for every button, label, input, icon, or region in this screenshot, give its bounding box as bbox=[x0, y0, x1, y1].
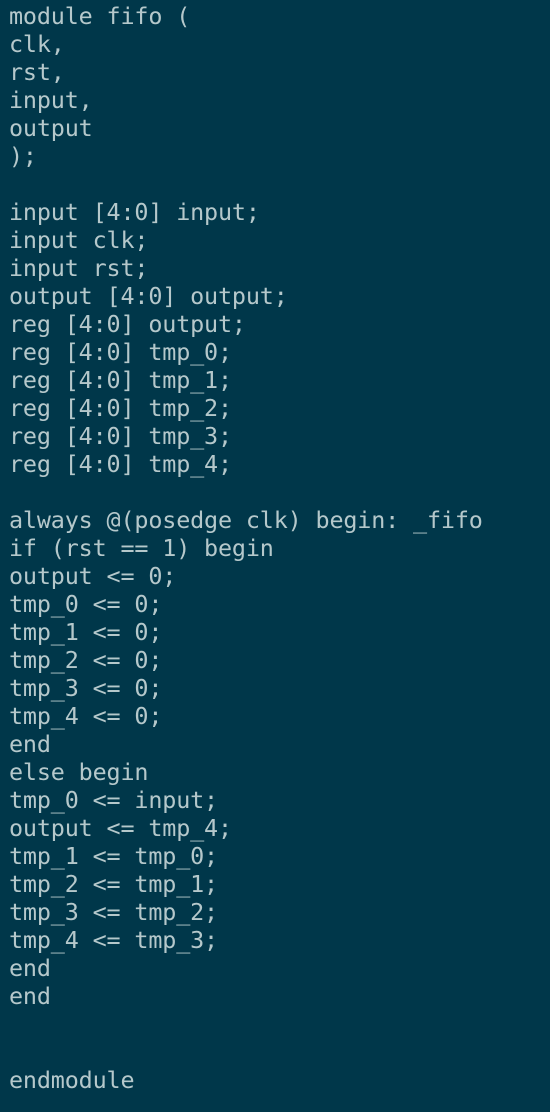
code-line-25: tmp_3 <= 0; bbox=[9, 674, 163, 702]
code-line-20: if (rst == 1) begin bbox=[9, 534, 274, 562]
code-editor[interactable]: module fifo ( clk, rst, input, output );… bbox=[9, 2, 545, 1094]
code-line-3: rst, bbox=[9, 58, 65, 86]
code-line-34: tmp_4 <= tmp_3; bbox=[9, 926, 218, 954]
code-line-21: output <= 0; bbox=[9, 562, 177, 590]
code-line-8: input [4:0] input; bbox=[9, 198, 260, 226]
code-line-35: end bbox=[9, 954, 51, 982]
code-line-26: tmp_4 <= 0; bbox=[9, 702, 163, 730]
code-line-2: clk, bbox=[9, 30, 65, 58]
code-line-13: reg [4:0] tmp_0; bbox=[9, 338, 232, 366]
code-line-29: tmp_0 <= input; bbox=[9, 786, 218, 814]
code-line-6: ); bbox=[9, 142, 37, 170]
code-line-12: reg [4:0] output; bbox=[9, 310, 246, 338]
code-line-16: reg [4:0] tmp_3; bbox=[9, 422, 232, 450]
code-line-10: input rst; bbox=[9, 254, 149, 282]
code-line-33: tmp_3 <= tmp_2; bbox=[9, 898, 218, 926]
code-line-15: reg [4:0] tmp_2; bbox=[9, 394, 232, 422]
code-line-14: reg [4:0] tmp_1; bbox=[9, 366, 232, 394]
code-line-24: tmp_2 <= 0; bbox=[9, 646, 163, 674]
code-line-27: end bbox=[9, 730, 51, 758]
code-line-36: end bbox=[9, 982, 51, 1010]
code-line-19: always @(posedge clk) begin: _fifo bbox=[9, 506, 483, 534]
code-line-30: output <= tmp_4; bbox=[9, 814, 232, 842]
code-line-32: tmp_2 <= tmp_1; bbox=[9, 870, 218, 898]
code-line-28: else begin bbox=[9, 758, 149, 786]
terminal-window[interactable]: module fifo ( clk, rst, input, output );… bbox=[0, 0, 550, 1112]
code-line-5: output bbox=[9, 114, 93, 142]
code-line-11: output [4:0] output; bbox=[9, 282, 288, 310]
code-line-1: module fifo ( bbox=[9, 2, 191, 30]
code-line-17: reg [4:0] tmp_4; bbox=[9, 450, 232, 478]
code-line-23: tmp_1 <= 0; bbox=[9, 618, 163, 646]
code-line-4: input, bbox=[9, 86, 93, 114]
code-line-31: tmp_1 <= tmp_0; bbox=[9, 842, 218, 870]
code-line-39: endmodule bbox=[9, 1066, 135, 1094]
code-line-22: tmp_0 <= 0; bbox=[9, 590, 163, 618]
code-line-9: input clk; bbox=[9, 226, 149, 254]
